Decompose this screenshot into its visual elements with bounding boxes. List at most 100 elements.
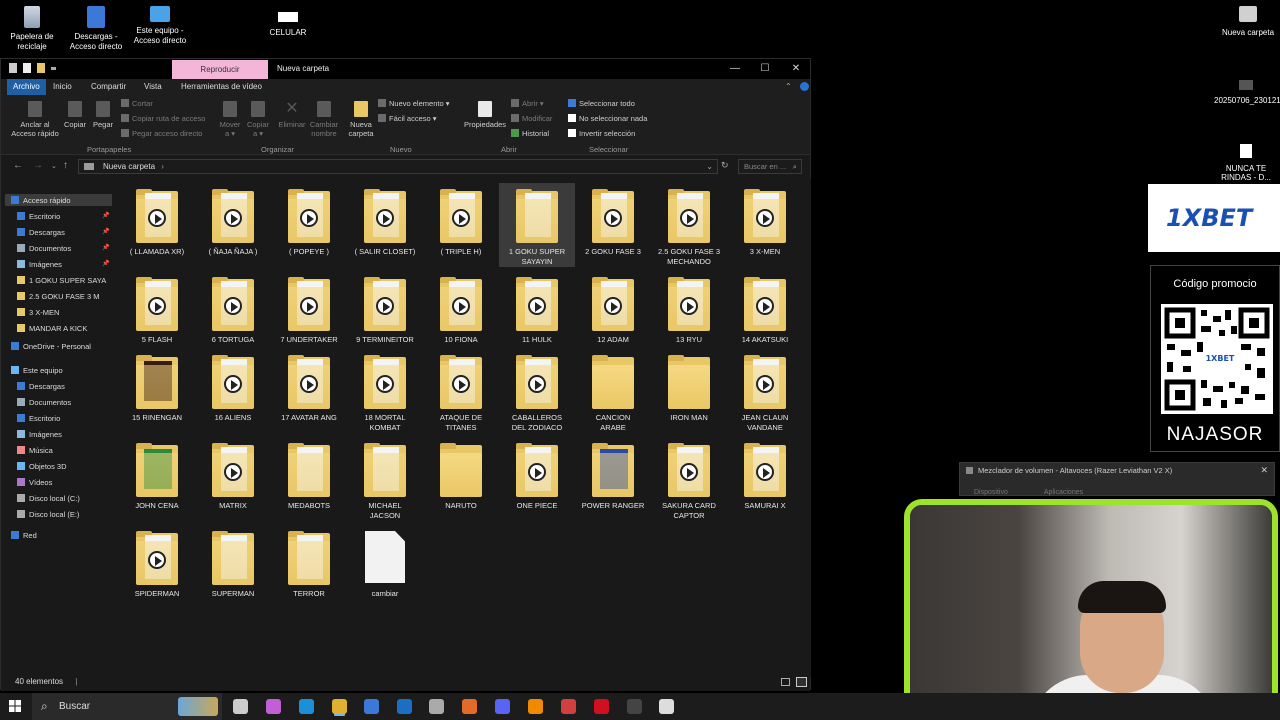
- edit-button[interactable]: Modificar: [511, 114, 552, 124]
- folder-item[interactable]: 12 ADAM: [575, 271, 651, 355]
- recent-chevron-icon[interactable]: ⌄: [51, 162, 57, 170]
- folder-item[interactable]: MICHAEL JACSON: [347, 437, 423, 521]
- forward-arrow-icon[interactable]: →: [33, 160, 43, 171]
- nav-item[interactable]: Disco local (E:): [17, 508, 79, 520]
- nav-item[interactable]: Descargas: [17, 226, 65, 238]
- folder-item[interactable]: 3 X-MEN: [727, 183, 803, 267]
- folder-item[interactable]: ( TRIPLE H): [423, 183, 499, 267]
- copy-to-button[interactable]: Copiar a ▾: [245, 101, 271, 138]
- easy-access-button[interactable]: Fácil acceso ▾: [378, 114, 437, 124]
- cut-button[interactable]: Cortar: [121, 99, 153, 109]
- breadcrumb-item[interactable]: Nueva carpeta: [103, 162, 155, 171]
- discord-icon[interactable]: [495, 699, 510, 714]
- folder-item[interactable]: 5 FLASH: [119, 271, 195, 355]
- folder-item[interactable]: 13 RYU: [651, 271, 727, 355]
- outlook-icon[interactable]: [397, 699, 412, 714]
- nav-item[interactable]: 1 GOKU SUPER SAYA: [17, 274, 106, 286]
- folder-item[interactable]: 17 AVATAR ANG: [271, 349, 347, 433]
- nav-item[interactable]: OneDrive - Personal: [11, 340, 91, 352]
- file-explorer-icon[interactable]: [332, 699, 347, 714]
- store-icon[interactable]: [364, 699, 379, 714]
- title-bar[interactable]: Reproducir Nueva carpeta — ☐ ✕: [1, 59, 810, 79]
- folder-item[interactable]: 2.5 GOKU FASE 3 MECHANDO: [651, 183, 727, 267]
- nav-item[interactable]: Imágenes: [17, 258, 62, 270]
- paste-button[interactable]: Pegar: [90, 101, 116, 129]
- address-dropdown-icon[interactable]: ⌄: [706, 160, 713, 173]
- folder-item[interactable]: CANCION ARABE: [575, 349, 651, 433]
- opera-icon[interactable]: [594, 699, 609, 714]
- app-red-icon[interactable]: [561, 699, 576, 714]
- desktop-icon-celular[interactable]: CELULAR: [250, 12, 326, 38]
- folder-item[interactable]: 16 ALIENS: [195, 349, 271, 433]
- folder-item[interactable]: CABALLEROS DEL ZODIACO: [499, 349, 575, 433]
- properties-icon[interactable]: [9, 63, 17, 73]
- tab-archivo[interactable]: Archivo: [7, 79, 46, 95]
- tools-icon[interactable]: [429, 699, 444, 714]
- select-none-button[interactable]: No seleccionar nada: [568, 114, 647, 124]
- new-item-button[interactable]: Nuevo elemento ▾: [378, 99, 449, 109]
- taskbar-search[interactable]: ⌕ Buscar: [32, 693, 222, 720]
- folder-item[interactable]: 11 HULK: [499, 271, 575, 355]
- copy-path-button[interactable]: Copiar ruta de acceso: [121, 114, 205, 124]
- folder-item[interactable]: POWER RANGER: [575, 437, 651, 521]
- context-tab-reproducir[interactable]: Reproducir: [172, 60, 268, 79]
- volume-mixer-window[interactable]: Mezclador de volumen - Altavoces (Razer …: [959, 462, 1275, 496]
- maximize-button[interactable]: ☐: [750, 59, 780, 79]
- nav-item[interactable]: 3 X-MEN: [17, 306, 59, 318]
- folder-item[interactable]: MATRIX: [195, 437, 271, 521]
- folder-item[interactable]: JOHN CENA: [119, 437, 195, 521]
- tab-compartir[interactable]: Compartir: [85, 79, 132, 95]
- nav-item[interactable]: Escritorio: [17, 210, 60, 222]
- obs-icon[interactable]: [627, 699, 642, 714]
- folder-item[interactable]: SPIDERMAN: [119, 525, 195, 609]
- windows-start-icon[interactable]: [9, 700, 21, 712]
- folder-item[interactable]: ( SALIR CLOSET): [347, 183, 423, 267]
- ad-banner-1xbet[interactable]: 1XBET: [1148, 184, 1280, 252]
- folder-item[interactable]: 14 AKATSUKI: [727, 271, 803, 355]
- nav-item[interactable]: Disco local (C:): [17, 492, 80, 504]
- back-arrow-icon[interactable]: ←: [13, 160, 23, 171]
- folder-item[interactable]: ONE PIECE: [499, 437, 575, 521]
- nav-item[interactable]: Este equipo: [11, 364, 63, 376]
- nav-item[interactable]: Escritorio: [17, 412, 60, 424]
- search-input[interactable]: Buscar en ... ⌕: [738, 159, 802, 174]
- file-item[interactable]: cambiar: [347, 525, 423, 609]
- nav-item[interactable]: Descargas: [17, 380, 65, 392]
- folder-item[interactable]: SAKURA CARD CAPTOR: [651, 437, 727, 521]
- firefox-icon[interactable]: [462, 699, 477, 714]
- folder-item[interactable]: MEDABOTS: [271, 437, 347, 521]
- vlc-icon[interactable]: [528, 699, 543, 714]
- folder-item[interactable]: TERROR: [271, 525, 347, 609]
- edge-icon[interactable]: [299, 699, 314, 714]
- folder-icon[interactable]: [37, 63, 45, 73]
- nav-item[interactable]: MANDAR A KICK: [17, 322, 87, 334]
- folder-item[interactable]: 7 UNDERTAKER: [271, 271, 347, 355]
- address-input[interactable]: Nueva carpeta › ⌄: [78, 159, 718, 174]
- task-view-icon[interactable]: [233, 699, 248, 714]
- help-icon[interactable]: [800, 82, 809, 91]
- new-doc-icon[interactable]: [23, 63, 31, 73]
- mixer-close-button[interactable]: ✕: [1260, 465, 1268, 476]
- folder-item[interactable]: 9 TERMINEITOR: [347, 271, 423, 355]
- history-button[interactable]: Historial: [511, 129, 549, 139]
- mixer-tab-apps[interactable]: Aplicaciones: [1044, 489, 1083, 496]
- tab-vista[interactable]: Vista: [138, 79, 168, 95]
- collapse-ribbon-icon[interactable]: ⌃: [785, 82, 792, 91]
- nav-item[interactable]: Imágenes: [17, 428, 62, 440]
- shield-icon[interactable]: [659, 699, 674, 714]
- folder-item[interactable]: 1 GOKU SUPER SAYAYIN: [499, 183, 575, 267]
- nav-item[interactable]: 2.5 GOKU FASE 3 M: [17, 290, 99, 302]
- folder-item[interactable]: 6 TORTUGA: [195, 271, 271, 355]
- tab-inicio[interactable]: Inicio: [47, 79, 78, 95]
- rename-button[interactable]: Cambiar nombre: [309, 101, 339, 138]
- move-to-button[interactable]: Mover a ▾: [217, 101, 243, 138]
- folder-item[interactable]: ATAQUE DE TITANES: [423, 349, 499, 433]
- pin-quick-access-button[interactable]: Anclar al Acceso rápido: [11, 101, 59, 138]
- nav-item[interactable]: Acceso rápido: [5, 194, 113, 206]
- folder-item[interactable]: NARUTO: [423, 437, 499, 521]
- desktop-icon-video-20250706[interactable]: 20250706_230121: [1214, 80, 1280, 105]
- up-arrow-icon[interactable]: ↑: [63, 160, 68, 171]
- nav-item[interactable]: Documentos: [17, 242, 71, 254]
- folder-item[interactable]: IRON MAN: [651, 349, 727, 433]
- folder-item[interactable]: SAMURAI X: [727, 437, 803, 521]
